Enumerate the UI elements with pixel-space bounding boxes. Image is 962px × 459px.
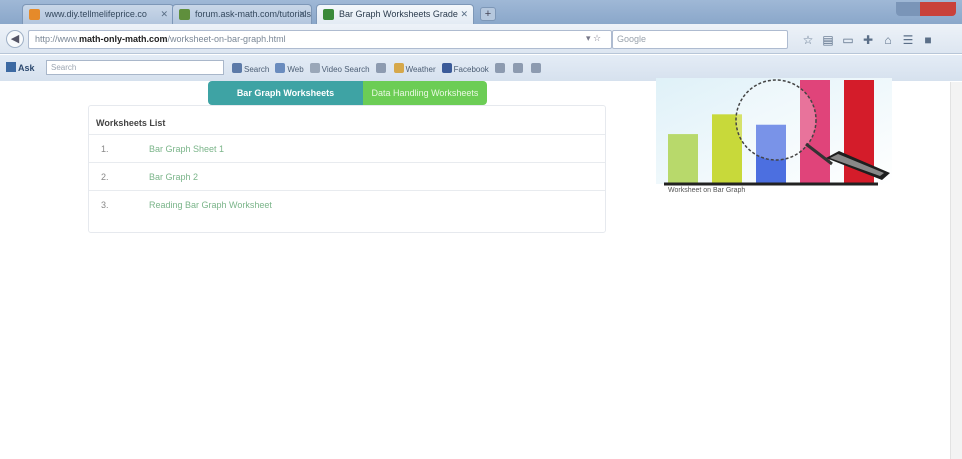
- help-icon: [530, 62, 541, 73]
- toolbar-item-label: Search: [244, 64, 270, 74]
- tab-favicon-icon: [29, 9, 40, 20]
- doc-icon: [375, 62, 386, 73]
- toolbar-item-web[interactable]: Web: [275, 62, 304, 74]
- toolbar-item-search[interactable]: Search: [232, 62, 270, 74]
- toolbar-item-label: Weather: [405, 64, 436, 74]
- download-icon[interactable]: ▭: [838, 32, 858, 48]
- list-item-link[interactable]: Bar Graph 2: [149, 172, 198, 182]
- list-item-link[interactable]: Reading Bar Graph Worksheet: [149, 200, 272, 210]
- list-item[interactable]: 1. Bar Graph Sheet 1: [89, 134, 605, 162]
- url-domain: math-only-math.com: [79, 34, 168, 44]
- tab-favicon-icon: [323, 9, 334, 20]
- panel-title: Worksheets List: [96, 118, 166, 128]
- toolbar-item-list: Search Web Video Search Weather Facebook: [232, 61, 543, 75]
- grid-icon[interactable]: ■: [918, 32, 938, 48]
- url-dropdown-icon[interactable]: ▾ ☆: [586, 33, 601, 44]
- toolbar-item-label: Video Search: [321, 64, 370, 74]
- toolbar-logo[interactable]: Ask: [6, 62, 46, 74]
- page-scrollbar[interactable]: [950, 82, 962, 459]
- navigation-bar: ◀ http://www.math-only-math.com/workshee…: [0, 24, 962, 54]
- bar-graph-illustration: Worksheet on Bar Graph: [656, 78, 892, 198]
- toolbar-item-label: Facebook: [453, 64, 489, 74]
- ask-logo-icon: [6, 62, 16, 72]
- bookmark-icon[interactable]: ▤: [818, 32, 838, 48]
- tab-close-icon[interactable]: ✕: [160, 5, 168, 24]
- window-controls[interactable]: [896, 2, 956, 16]
- list-item-number: 3.: [101, 200, 109, 210]
- category-banner: Bar Graph Worksheets Data Handling Works…: [208, 81, 487, 105]
- url-prefix: http://www.: [35, 34, 80, 44]
- bar-graph-worksheets-button[interactable]: Bar Graph Worksheets: [208, 81, 363, 105]
- search-icon: [232, 62, 242, 73]
- tab-favicon-icon: [179, 9, 190, 20]
- house-icon[interactable]: ⌂: [878, 32, 898, 48]
- url-bar[interactable]: http://www.math-only-math.com/worksheet-…: [28, 30, 612, 49]
- illustration-bar-1: [668, 134, 698, 184]
- toolbar-item-doc[interactable]: [375, 62, 388, 74]
- menu-icon[interactable]: ☰: [898, 32, 918, 48]
- settings-icon: [512, 62, 523, 73]
- facebook-icon: [441, 62, 452, 73]
- data-handling-worksheets-button[interactable]: Data Handling Worksheets: [363, 81, 487, 105]
- toolbar-item-help[interactable]: [530, 62, 543, 74]
- home-icon[interactable]: ☆: [798, 32, 818, 48]
- nav-icon-group: ☆ ▤ ▭ ✚ ⌂ ☰ ■: [798, 32, 938, 48]
- list-item-number: 2.: [101, 172, 109, 182]
- tab-close-icon[interactable]: ✕: [460, 5, 468, 24]
- worksheets-panel: Worksheets List 1. Bar Graph Sheet 1 2. …: [88, 105, 606, 233]
- toolbar-logo-label: Ask: [18, 63, 35, 73]
- tab-title: forum.ask-math.com/tutorials: [195, 9, 312, 19]
- toolbar-search-input[interactable]: Search: [46, 60, 224, 75]
- toolbar-item-label: Web: [287, 64, 304, 74]
- tab-title: www.diy.tellmelifeprice.co: [45, 9, 147, 19]
- browser-tab-1[interactable]: www.diy.tellmelifeprice.co ✕: [22, 4, 174, 24]
- weather-icon: [393, 62, 404, 73]
- toolbar-item-weather[interactable]: Weather: [393, 62, 436, 74]
- illustration-svg: [656, 78, 892, 186]
- browser-search-input[interactable]: Google: [612, 30, 788, 49]
- url-path: /worksheet-on-bar-graph.html: [167, 34, 286, 44]
- list-item[interactable]: 3. Reading Bar Graph Worksheet: [89, 190, 605, 218]
- new-tab-button[interactable]: +: [480, 7, 496, 21]
- browser-tab-3[interactable]: Bar Graph Worksheets Grade ✕: [316, 4, 474, 24]
- toolbar-item-video[interactable]: Video Search: [309, 62, 370, 74]
- illustration-caption: Worksheet on Bar Graph: [668, 187, 746, 194]
- list-item[interactable]: 2. Bar Graph 2: [89, 162, 605, 190]
- toolbar-item-settings[interactable]: [512, 62, 525, 74]
- video-icon: [309, 62, 320, 73]
- tab-close-icon[interactable]: ✕: [298, 5, 306, 24]
- mail-icon: [494, 62, 505, 73]
- addon-icon[interactable]: ✚: [858, 32, 878, 48]
- list-item-number: 1.: [101, 144, 109, 154]
- list-item-link[interactable]: Bar Graph Sheet 1: [149, 144, 224, 154]
- toolbar-item-mail[interactable]: [494, 62, 507, 74]
- tab-title: Bar Graph Worksheets Grade: [339, 9, 458, 19]
- toolbar-item-facebook[interactable]: Facebook: [441, 62, 489, 74]
- back-button[interactable]: ◀: [6, 30, 24, 48]
- web-icon: [275, 62, 286, 73]
- browser-tab-bar: www.diy.tellmelifeprice.co ✕ forum.ask-m…: [0, 0, 962, 24]
- browser-tab-2[interactable]: forum.ask-math.com/tutorials ✕: [172, 4, 312, 24]
